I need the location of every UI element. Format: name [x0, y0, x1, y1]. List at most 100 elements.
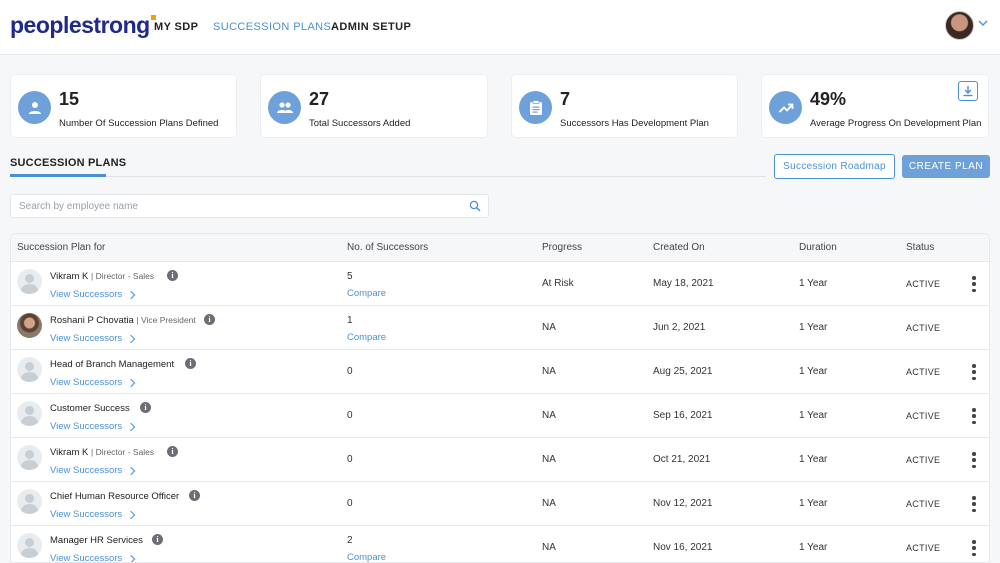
user-avatar[interactable] — [945, 11, 974, 40]
info-icon[interactable]: i — [140, 402, 151, 413]
successor-count: 5 — [347, 271, 353, 282]
progress: NA — [542, 366, 556, 377]
compare-link[interactable]: Compare — [347, 332, 386, 343]
successor-count: 0 — [347, 454, 353, 465]
table-row: Roshani P Chovatia | Vice President i Vi… — [11, 306, 989, 350]
stat-label: Total Successors Added — [309, 118, 411, 129]
progress: NA — [542, 498, 556, 509]
more-options-icon[interactable] — [972, 364, 976, 380]
status-badge: ACTIVE — [906, 367, 941, 377]
more-options-icon[interactable] — [972, 540, 976, 556]
tab-succession-plans[interactable]: SUCCESSION PLANS — [10, 157, 126, 169]
created-on: Oct 21, 2021 — [653, 454, 711, 465]
created-on: Sep 16, 2021 — [653, 410, 713, 421]
table-header: Succession Plan for No. of Successors Pr… — [11, 234, 989, 262]
avatar — [17, 357, 42, 382]
status-badge: ACTIVE — [906, 455, 941, 465]
view-successors-link[interactable]: View Successors — [50, 289, 136, 300]
avatar — [17, 533, 42, 558]
compare-link[interactable]: Compare — [347, 288, 386, 299]
top-bar: peoplestrong MY SDP SUCCESSION PLANS ADM… — [0, 0, 1000, 55]
more-options-icon[interactable] — [972, 452, 976, 468]
status-badge: ACTIVE — [906, 543, 941, 553]
avatar — [17, 313, 42, 338]
chevron-right-icon — [126, 466, 136, 475]
successor-count: 0 — [347, 366, 353, 377]
search-icon[interactable] — [469, 200, 481, 212]
status-badge: ACTIVE — [906, 411, 941, 421]
created-on: Nov 12, 2021 — [653, 498, 713, 509]
avatar — [17, 489, 42, 514]
successor-count: 2 — [347, 535, 353, 546]
more-options-icon[interactable] — [972, 408, 976, 424]
created-on: Aug 25, 2021 — [653, 366, 713, 377]
view-successors-link[interactable]: View Successors — [50, 553, 136, 562]
status-badge: ACTIVE — [906, 499, 941, 509]
column-header: Status — [906, 242, 935, 253]
stat-card-development-plan: 7 Successors Has Development Plan — [511, 74, 738, 138]
table-row: Vikram K | Director - Sales i View Succe… — [11, 438, 989, 482]
divider — [106, 176, 766, 177]
progress: At Risk — [542, 278, 574, 289]
search-input[interactable] — [19, 199, 459, 214]
view-successors-link[interactable]: View Successors — [50, 509, 136, 520]
view-successors-link[interactable]: View Successors — [50, 333, 136, 344]
stat-card-total-successors: 27 Total Successors Added — [260, 74, 488, 138]
logo[interactable]: peoplestrong — [10, 12, 156, 39]
compare-link[interactable]: Compare — [347, 552, 386, 562]
column-header: Succession Plan for — [17, 242, 106, 253]
plan-name: Roshani P Chovatia | Vice President — [50, 315, 196, 326]
view-successors-link[interactable]: View Successors — [50, 377, 136, 388]
info-icon[interactable]: i — [189, 490, 200, 501]
avatar — [17, 269, 42, 294]
nav-my-sdp[interactable]: MY SDP — [154, 21, 198, 33]
chevron-down-icon[interactable] — [978, 18, 988, 28]
duration: 1 Year — [799, 410, 828, 421]
view-successors-link[interactable]: View Successors — [50, 465, 136, 476]
plan-name: Manager HR Services — [50, 535, 143, 546]
table-row: Chief Human Resource Officer i View Succ… — [11, 482, 989, 526]
create-plan-button[interactable]: CREATE PLAN — [902, 155, 990, 178]
stat-card-plans-defined: 15 Number Of Succession Plans Defined — [10, 74, 237, 138]
progress: NA — [542, 454, 556, 465]
plan-name: Customer Success — [50, 403, 130, 414]
chevron-right-icon — [126, 510, 136, 519]
stat-value: 7 — [560, 89, 571, 109]
info-icon[interactable]: i — [204, 314, 215, 325]
successor-count: 0 — [347, 410, 353, 421]
succession-roadmap-button[interactable]: Succession Roadmap — [774, 154, 895, 179]
stat-card-average-progress: 49% Average Progress On Development Plan — [761, 74, 989, 138]
succession-plans-table: Succession Plan for No. of Successors Pr… — [10, 233, 990, 563]
plan-name: Vikram K | Director - Sales — [50, 447, 155, 458]
view-successors-link[interactable]: View Successors — [50, 421, 136, 432]
duration: 1 Year — [799, 322, 828, 333]
active-tab-indicator — [10, 174, 106, 177]
more-options-icon[interactable] — [972, 496, 976, 512]
stat-label: Successors Has Development Plan — [560, 118, 709, 129]
duration: 1 Year — [799, 454, 828, 465]
clipboard-icon — [519, 91, 552, 124]
created-on: Nov 16, 2021 — [653, 542, 713, 553]
stat-value: 49% — [810, 89, 847, 109]
download-icon[interactable] — [958, 81, 978, 101]
successor-count: 0 — [347, 498, 353, 509]
info-icon[interactable]: i — [152, 534, 163, 545]
table-row: Customer Success i View Successors 0 NA … — [11, 394, 989, 438]
column-header: Progress — [542, 242, 583, 253]
successor-count: 1 — [347, 315, 353, 326]
duration: 1 Year — [799, 542, 828, 553]
progress: NA — [542, 542, 556, 553]
nav-succession-plans[interactable]: SUCCESSION PLANS — [213, 21, 331, 33]
table-row: Head of Branch Management i View Success… — [11, 350, 989, 394]
info-icon[interactable]: i — [185, 358, 196, 369]
info-icon[interactable]: i — [167, 446, 178, 457]
duration: 1 Year — [799, 498, 828, 509]
info-icon[interactable]: i — [167, 270, 178, 281]
duration: 1 Year — [799, 278, 828, 289]
duration: 1 Year — [799, 366, 828, 377]
nav-admin-setup[interactable]: ADMIN SETUP — [331, 21, 411, 33]
table-row: Vikram K | Director - Sales i View Succe… — [11, 262, 989, 306]
trending-up-icon — [769, 91, 802, 124]
chevron-right-icon — [126, 554, 136, 562]
more-options-icon[interactable] — [972, 276, 976, 292]
